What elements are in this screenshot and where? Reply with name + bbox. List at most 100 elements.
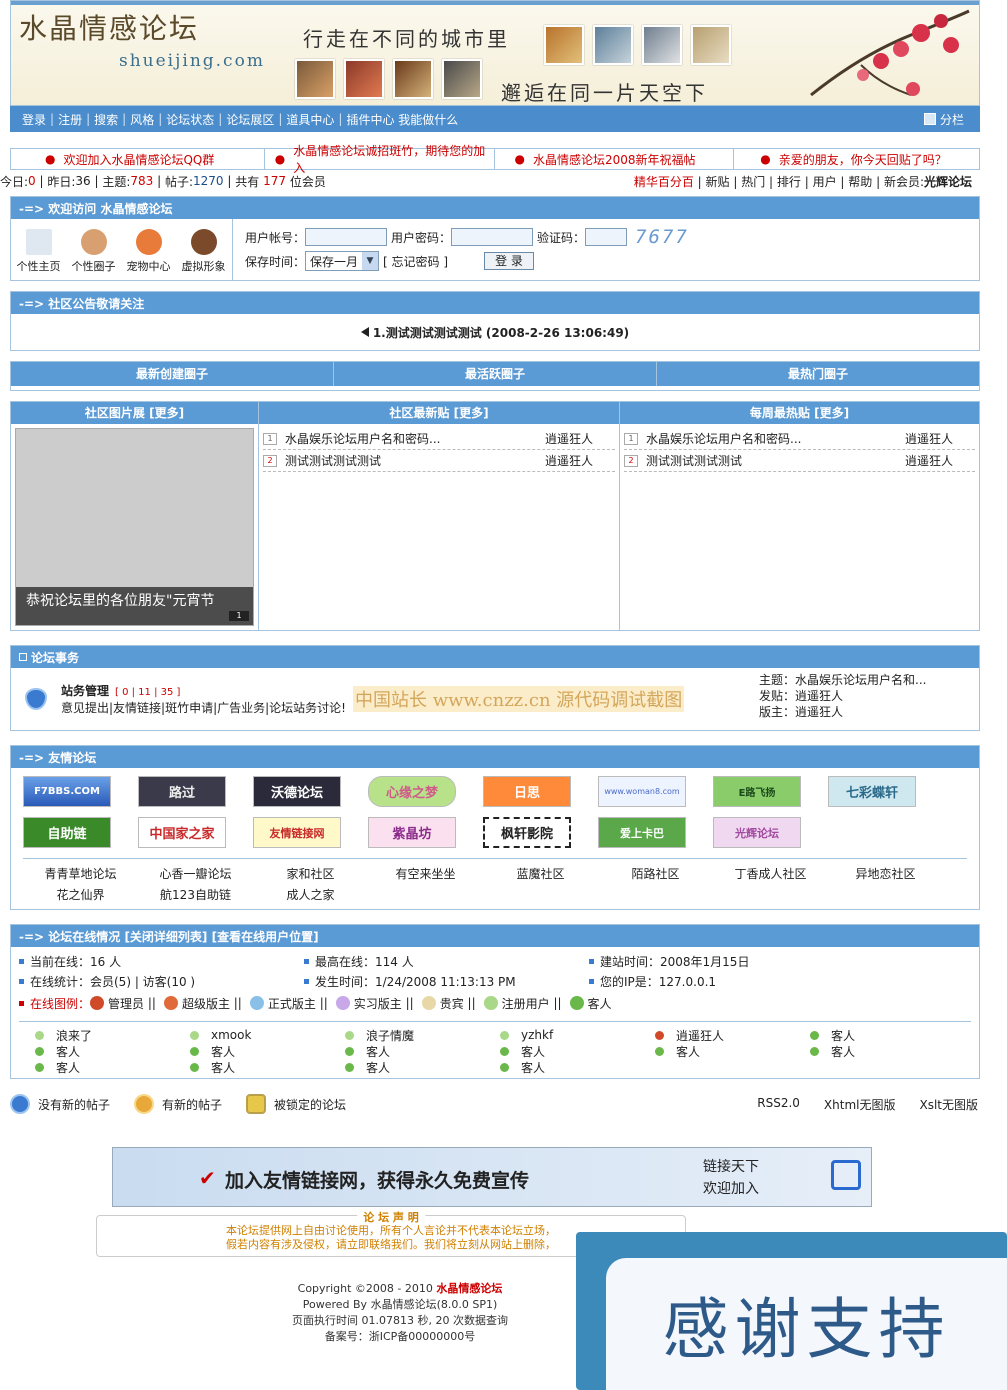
board-name[interactable]: 站务管理 <box>61 684 109 698</box>
username-input[interactable] <box>305 228 388 246</box>
list-item[interactable]: 2 测试测试测试测试 逍遥狂人 <box>263 450 615 472</box>
save-time-select[interactable]: 保存一月 ▼ <box>305 251 380 271</box>
text-link[interactable]: 青青草地论坛 <box>23 865 138 882</box>
link-banner[interactable]: www.woman8.com <box>598 776 686 807</box>
post-author[interactable]: 逍遥狂人 <box>545 430 615 447</box>
link-new-posts[interactable]: 新贴 <box>706 175 730 189</box>
link-banner[interactable]: 紫晶坊 <box>368 817 456 848</box>
nav-register[interactable]: 注册 <box>54 111 86 128</box>
link-banner[interactable]: 日思 <box>483 776 571 807</box>
rss-link[interactable]: RSS2.0 <box>757 1096 800 1113</box>
text-link[interactable]: 成人之家 <box>253 886 368 903</box>
weekly-hot-title[interactable]: 每周最热贴 [更多] <box>620 402 979 424</box>
link-essence[interactable]: 精华百分百 <box>634 175 694 189</box>
link-banner[interactable]: 枫轩影院 <box>483 817 571 848</box>
nav-plugin-center[interactable]: 插件中心 我能做什么 <box>342 111 462 128</box>
post-author[interactable]: 逍遥狂人 <box>905 430 975 447</box>
online-user[interactable]: 浪来了 <box>35 1028 190 1043</box>
post-author[interactable]: 逍遥狂人 <box>545 452 615 469</box>
newest-member[interactable]: 光辉论坛 <box>924 175 972 189</box>
link-banner[interactable]: 友情链接网 <box>253 817 341 848</box>
nav-style[interactable]: 风格 <box>126 111 158 128</box>
gallery-slideshow[interactable]: 恭祝论坛里的各位朋友"元宵节 1 <box>15 428 254 626</box>
online-user[interactable]: 客人 <box>35 1044 190 1059</box>
post-author[interactable]: 逍遥狂人 <box>905 452 975 469</box>
link-banner[interactable]: 中国家之家 <box>138 817 226 848</box>
text-link[interactable]: 心香一瓣论坛 <box>138 865 253 882</box>
tab-active-circles[interactable]: 最活跃圈子 <box>334 362 657 386</box>
post-title[interactable]: 测试测试测试测试 <box>646 452 905 469</box>
online-title[interactable]: -=> 论坛在线情况 [关闭详细列表] [查看在线用户位置] <box>11 925 979 947</box>
announcement-text[interactable]: 1.测试测试测试测试 (2008-2-26 13:06:49) <box>373 324 629 341</box>
post-title[interactable]: 水晶娱乐论坛用户名和密码... <box>285 430 545 447</box>
text-link[interactable]: 陌路社区 <box>598 865 713 882</box>
nav-props-center[interactable]: 道具中心 <box>282 111 338 128</box>
shortcut-personal-home[interactable]: 个性主页 <box>11 229 66 274</box>
link-banner[interactable]: 路过 <box>138 776 226 807</box>
link-banner[interactable]: 沃德论坛 <box>253 776 341 807</box>
link-banner[interactable]: 心缘之梦 <box>368 776 456 807</box>
xhtml-link[interactable]: Xhtml无图版 <box>824 1096 896 1113</box>
split-view-toggle[interactable]: 分栏 <box>923 111 964 128</box>
link-users[interactable]: 用户 <box>813 175 837 189</box>
nav-forum-showcase[interactable]: 论坛展区 <box>222 111 278 128</box>
online-user[interactable]: yzhkf <box>500 1028 655 1042</box>
shortcut-pet-center[interactable]: 宠物中心 <box>121 229 176 274</box>
link-banner[interactable]: F7BBS.COM <box>23 776 111 807</box>
tab-newest-circles[interactable]: 最新创建圈子 <box>11 362 334 386</box>
shortcut-personal-circle[interactable]: 个性圈子 <box>66 229 121 274</box>
online-user[interactable]: 客人 <box>810 1044 965 1059</box>
text-link[interactable]: 家和社区 <box>253 865 368 882</box>
forum-logo[interactable]: 水晶情感论坛 shueijing.com <box>19 7 265 71</box>
post-title[interactable]: 测试测试测试测试 <box>285 452 545 469</box>
nav-login[interactable]: 登录 <box>18 111 50 128</box>
list-item[interactable]: 2 测试测试测试测试 逍遥狂人 <box>624 450 975 472</box>
online-user[interactable]: 客人 <box>810 1028 965 1043</box>
online-user[interactable]: 客人 <box>345 1060 500 1075</box>
online-user[interactable]: 客人 <box>500 1044 655 1059</box>
notice-item[interactable]: ● 水晶情感论坛2008新年祝福帖 <box>495 149 735 169</box>
affairs-header[interactable]: 论坛事务 <box>11 646 979 668</box>
online-user[interactable]: 逍遥狂人 <box>655 1028 810 1043</box>
online-user[interactable]: 客人 <box>190 1060 345 1075</box>
online-user[interactable]: 客人 <box>35 1060 190 1075</box>
captcha-image[interactable]: 7677 <box>635 226 689 248</box>
link-banner[interactable]: 自助链 <box>23 817 111 848</box>
footer-site-name[interactable]: 水晶情感论坛 <box>436 1282 502 1295</box>
online-user[interactable]: xmook <box>190 1028 345 1042</box>
password-input[interactable] <box>451 228 534 246</box>
friend-link-ad-banner[interactable]: ✔ 加入友情链接网，获得永久免费宣传 链接天下 欢迎加入 <box>112 1147 872 1207</box>
last-poster[interactable]: 发贴：逍遥狂人 <box>759 688 926 704</box>
online-user[interactable]: 客人 <box>655 1044 810 1059</box>
online-user[interactable]: 客人 <box>345 1044 500 1059</box>
captcha-input[interactable] <box>585 228 628 246</box>
text-link[interactable]: 丁香成人社区 <box>713 865 828 882</box>
gallery-page-indicator[interactable]: 1 <box>229 611 249 621</box>
notice-item[interactable]: ● 欢迎加入水晶情感论坛QQ群 <box>11 149 265 169</box>
latest-posts-title[interactable]: 社区最新贴 [更多] <box>259 402 619 424</box>
gallery-title[interactable]: 社区图片展 [更多] <box>11 402 258 424</box>
link-help[interactable]: 帮助 <box>848 175 872 189</box>
text-link[interactable]: 航123自助链 <box>138 886 253 903</box>
tab-hot-circles[interactable]: 最热门圈子 <box>657 362 979 386</box>
notice-item[interactable]: ● 水晶情感论坛诚招斑竹，期待您的加入 <box>265 144 495 175</box>
link-banner[interactable]: E路飞扬 <box>713 776 801 807</box>
last-topic[interactable]: 主题：水晶娱乐论坛用户名和... <box>759 672 926 688</box>
text-link[interactable]: 蓝魔社区 <box>483 865 598 882</box>
text-link[interactable]: 花之仙界 <box>23 886 138 903</box>
online-user[interactable]: 客人 <box>500 1060 655 1075</box>
link-banner[interactable]: 爱上卡巴 <box>598 817 686 848</box>
forgot-password-link[interactable]: [ 忘记密码 ] <box>383 253 448 270</box>
text-link[interactable]: 有空来坐坐 <box>368 865 483 882</box>
online-user[interactable]: 客人 <box>190 1044 345 1059</box>
notice-item[interactable]: ● 亲爱的朋友，你今天回贴了吗？ <box>734 149 979 169</box>
text-link[interactable]: 异地恋社区 <box>828 865 943 882</box>
post-title[interactable]: 水晶娱乐论坛用户名和密码... <box>646 430 905 447</box>
link-banner[interactable]: 七彩蝶轩 <box>828 776 916 807</box>
link-banner[interactable]: 光辉论坛 <box>713 817 801 848</box>
board-moderator[interactable]: 版主：逍遥狂人 <box>759 704 926 720</box>
online-user[interactable]: 浪子情魔 <box>345 1028 500 1043</box>
login-button[interactable]: 登 录 <box>484 252 535 270</box>
list-item[interactable]: 1 水晶娱乐论坛用户名和密码... 逍遥狂人 <box>263 428 615 450</box>
shortcut-avatar[interactable]: 虚拟形象 <box>176 229 231 274</box>
